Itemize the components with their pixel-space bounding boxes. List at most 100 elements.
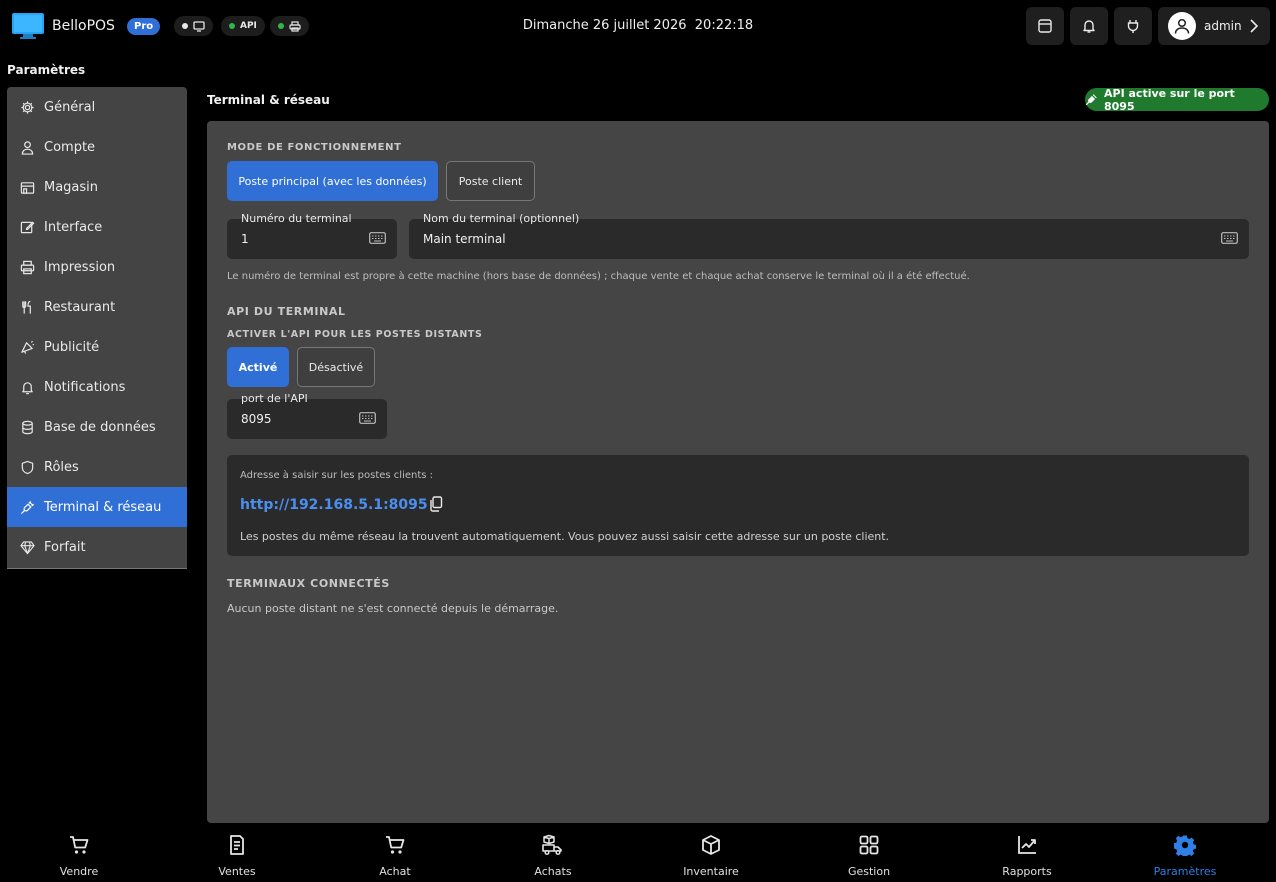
api-off-button[interactable]: Désactivé (297, 347, 375, 387)
megaphone-icon (19, 339, 35, 355)
api-status-text: API active sur le port 8095 (1104, 86, 1235, 113)
window-icon (1037, 18, 1053, 34)
sidebar-item-interface[interactable]: Interface (7, 207, 187, 247)
chart-icon (948, 834, 1106, 856)
settings-sidebar: Général Compte Magasin Interface Impress… (7, 87, 187, 569)
bell-icon (1081, 18, 1097, 34)
plug-icon (1125, 18, 1141, 34)
keyboard-icon[interactable] (359, 412, 376, 424)
api-enable-label: ACTIVER L'API POUR LES POSTES DISTANTS (227, 329, 483, 340)
database-icon (19, 419, 35, 435)
page-title: Terminal & réseau (207, 93, 330, 107)
plug-button[interactable] (1114, 7, 1152, 45)
edit-icon (19, 219, 35, 235)
nav-reports[interactable]: Rapports (948, 826, 1106, 882)
notifications-button[interactable] (1070, 7, 1108, 45)
cart-icon (0, 834, 158, 856)
api-port-value: 8095 (241, 412, 272, 426)
user-menu-button[interactable]: admin (1158, 7, 1270, 45)
sidebar-item-label: Restaurant (44, 299, 116, 315)
nav-label: Inventaire (683, 865, 739, 878)
api-port-field[interactable]: port de l'API 8095 (227, 392, 387, 439)
user-icon (19, 139, 35, 155)
sidebar-item-advertising[interactable]: Publicité (7, 327, 187, 367)
sidebar-item-restaurant[interactable]: Restaurant (7, 287, 187, 327)
delivery-icon (474, 834, 632, 856)
keyboard-icon[interactable] (369, 232, 386, 244)
printer-icon (19, 259, 35, 275)
sidebar-item-database[interactable]: Base de données (7, 407, 187, 447)
nav-label: Ventes (218, 865, 256, 878)
sidebar-item-label: Rôles (44, 459, 79, 475)
nav-settings[interactable]: Paramètres (1106, 826, 1264, 882)
sidebar-item-account[interactable]: Compte (7, 127, 187, 167)
sidebar-item-printing[interactable]: Impression (7, 247, 187, 287)
terminal-name-label: Nom du terminal (optionnel) (423, 212, 580, 225)
connected-terminals-empty: Aucun poste distant ne s'est connecté de… (227, 602, 559, 615)
sidebar-item-store[interactable]: Magasin (7, 167, 187, 207)
sidebar-item-terminal-network[interactable]: Terminal & réseau (7, 487, 187, 527)
shield-icon (19, 459, 35, 475)
sidebar-item-label: Base de données (44, 419, 156, 435)
sidebar-item-roles[interactable]: Rôles (7, 447, 187, 487)
nav-sales[interactable]: Ventes (158, 826, 316, 882)
user-name: admin (1204, 19, 1242, 33)
terminal-network-panel: MODE DE FONCTIONNEMENT Poste principal (… (207, 121, 1269, 823)
sidebar-item-label: Interface (44, 219, 103, 235)
sidebar-item-label: Forfait (44, 539, 86, 555)
chevron-right-icon (1249, 18, 1259, 34)
grid-icon (790, 834, 948, 856)
terminal-name-field[interactable]: Nom du terminal (optionnel) Main termina… (409, 212, 1249, 259)
address-label: Adresse à saisir sur les postes clients … (240, 470, 434, 481)
sidebar-item-plan[interactable]: Forfait (7, 527, 187, 567)
nav-sell[interactable]: Vendre (0, 826, 158, 882)
sidebar-item-notifications[interactable]: Notifications (7, 367, 187, 407)
nav-label: Achat (379, 865, 411, 878)
terminal-number-label: Numéro du terminal (241, 212, 352, 225)
api-port-label: port de l'API (241, 392, 308, 405)
avatar (1168, 12, 1196, 40)
nav-inventory[interactable]: Inventaire (632, 826, 790, 882)
terminal-number-value: 1 (241, 232, 249, 246)
copy-icon[interactable] (429, 496, 443, 512)
top-bar: BelloPOS Pro API Dimanche 26 juillet 202… (0, 0, 1276, 54)
api-status-badge: API active sur le port 8095 (1085, 86, 1269, 113)
terminal-name-value: Main terminal (423, 232, 506, 246)
nav-purchases[interactable]: Achats (474, 826, 632, 882)
cart-icon (316, 834, 474, 856)
sidebar-title: Paramètres (7, 63, 86, 77)
diamond-icon (19, 539, 35, 555)
mode-client-button[interactable]: Poste client (446, 161, 535, 201)
address-note: Les postes du même réseau la trouvent au… (240, 530, 890, 543)
sidebar-item-label: Magasin (44, 179, 99, 195)
sidebar-item-label: Notifications (44, 379, 126, 395)
user-icon (1174, 18, 1190, 34)
api-section-title: API DU TERMINAL (227, 305, 346, 318)
sidebar-item-label: Publicité (44, 339, 100, 355)
sidebar-item-general[interactable]: Général (7, 87, 187, 127)
box-icon (632, 834, 790, 856)
mode-label: MODE DE FONCTIONNEMENT (227, 142, 402, 153)
connected-terminals-title: TERMINAUX CONNECTÉS (227, 577, 390, 590)
nav-label: Paramètres (1153, 865, 1217, 878)
sidebar-item-label: Terminal & réseau (44, 499, 162, 515)
nav-management[interactable]: Gestion (790, 826, 948, 882)
client-address-box: Adresse à saisir sur les postes clients … (227, 455, 1249, 556)
utensils-icon (19, 299, 35, 315)
nav-label: Gestion (847, 865, 891, 878)
keyboard-icon[interactable] (1221, 232, 1238, 244)
nav-label: Achats (534, 865, 572, 878)
nav-purchase[interactable]: Achat (316, 826, 474, 882)
bell-icon (19, 379, 35, 395)
window-button[interactable] (1026, 7, 1064, 45)
store-icon (19, 179, 35, 195)
terminal-number-field[interactable]: Numéro du terminal 1 (227, 212, 397, 259)
terminal-help-text: Le numéro de terminal est propre à cette… (227, 271, 970, 282)
api-on-button[interactable]: Activé (227, 347, 289, 387)
bottom-navigation: Vendre Ventes Achat Achats Inventaire Ge… (0, 826, 1276, 882)
gear-icon (19, 99, 35, 115)
gear-icon (1106, 834, 1264, 856)
mode-primary-button[interactable]: Poste principal (avec les données) (227, 161, 438, 201)
api-address-url[interactable]: http://192.168.5.1:8095 (240, 497, 428, 513)
nav-label: Vendre (59, 865, 99, 878)
